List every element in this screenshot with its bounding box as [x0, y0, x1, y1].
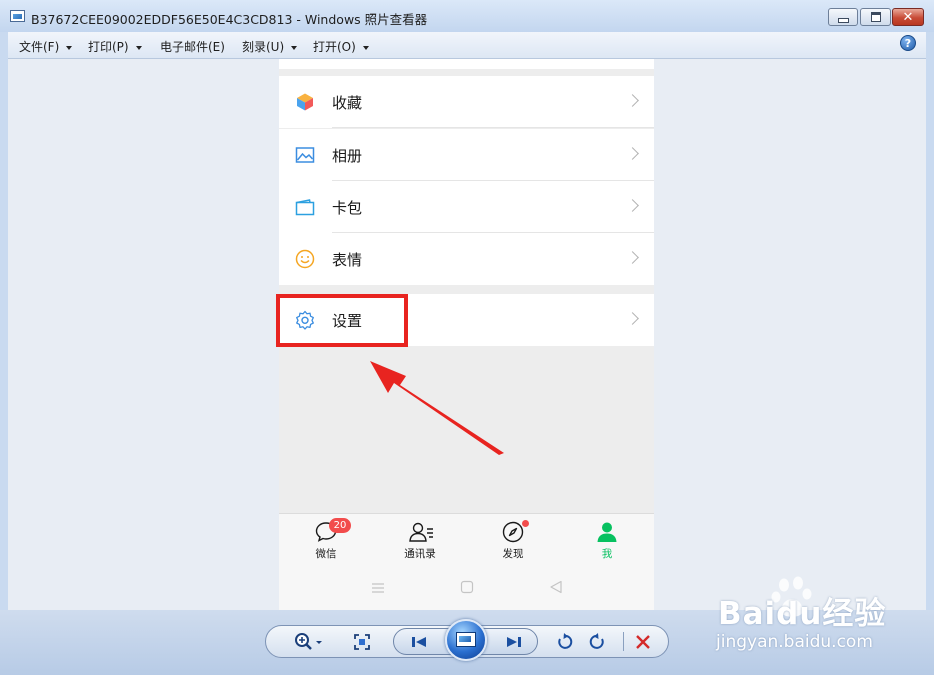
separator: [623, 632, 624, 651]
tab-discover[interactable]: 发现: [473, 514, 553, 567]
menu-print-label: 打印(P): [88, 40, 129, 54]
menu-file[interactable]: 文件(F): [19, 38, 73, 55]
home-square-icon[interactable]: [460, 580, 474, 594]
dropdown-caret-icon: [291, 45, 298, 50]
menu-burn-label: 刻录(U): [242, 40, 285, 54]
previous-button[interactable]: [405, 630, 433, 654]
chevron-right-icon: [626, 199, 639, 212]
tab-label: 微信: [315, 548, 337, 560]
tab-label: 通讯录: [404, 548, 436, 560]
divider: [332, 127, 654, 128]
next-icon: [507, 637, 521, 647]
tab-chats[interactable]: 20 微信: [286, 514, 366, 567]
list-item-favorites[interactable]: 收藏: [279, 76, 654, 128]
me-person-icon: [597, 522, 617, 542]
new-content-dot: [522, 520, 529, 527]
slideshow-icon: [456, 632, 476, 647]
help-icon[interactable]: ?: [900, 35, 916, 51]
menu-burn[interactable]: 刻录(U): [242, 38, 298, 55]
contacts-icon: [409, 522, 433, 542]
tab-label: 发现: [502, 548, 524, 560]
red-arrow-annotation: [370, 361, 504, 455]
back-triangle-icon[interactable]: [549, 580, 563, 594]
list-item-label: 表情: [332, 251, 363, 269]
previous-icon: [412, 637, 426, 647]
list-item-card-wallet[interactable]: 卡包: [279, 181, 654, 233]
title-bar: B37672CEE09002EDDF56E50E4C3CD813 - Windo…: [0, 0, 934, 32]
minimize-icon: [837, 17, 849, 23]
chevron-right-icon: [626, 312, 639, 325]
unread-badge: 20: [329, 518, 351, 533]
menu-file-label: 文件(F): [19, 40, 60, 54]
list-item-stickers[interactable]: 表情: [279, 233, 654, 285]
card-wallet-icon: [295, 199, 315, 216]
menu-email[interactable]: 电子邮件(E): [160, 38, 225, 55]
tab-label: 我: [601, 548, 613, 560]
close-icon: ✕: [902, 9, 914, 25]
chevron-right-icon: [626, 251, 639, 264]
delete-button[interactable]: [631, 630, 655, 654]
menu-open-label: 打开(O): [313, 40, 356, 54]
fit-window-icon: [354, 634, 370, 650]
next-button[interactable]: [500, 630, 528, 654]
zoom-magnifier-icon: [295, 632, 322, 650]
sticker-smile-icon: [295, 249, 315, 269]
slideshow-button[interactable]: [445, 619, 487, 661]
delete-x-icon: [636, 635, 650, 649]
bottom-tab-bar: 20 微信 通讯录 发现 我: [279, 513, 654, 567]
minimize-button[interactable]: [828, 8, 858, 26]
chevron-right-icon: [626, 147, 639, 160]
chevron-right-icon: [626, 94, 639, 107]
list-item-label: 相册: [332, 147, 363, 165]
dropdown-caret-icon: [66, 45, 73, 50]
menu-email-label: 电子邮件(E): [160, 40, 225, 54]
maximize-button[interactable]: [860, 8, 891, 26]
tab-me[interactable]: 我: [567, 514, 647, 567]
dropdown-caret-icon: [362, 45, 369, 50]
watermark-logo: Baidu经验: [718, 596, 887, 632]
menu-bar: 文件(F) 打印(P) 电子邮件(E) 刻录(U) 打开(O): [8, 32, 926, 59]
list-item-label: 卡包: [332, 199, 363, 217]
zoom-button[interactable]: [289, 629, 329, 654]
list-item-album[interactable]: 相册: [279, 129, 654, 181]
album-picture-icon: [295, 147, 315, 163]
close-button[interactable]: ✕: [892, 8, 924, 26]
dropdown-caret-icon: [135, 45, 142, 50]
menu-lines-icon[interactable]: [371, 581, 385, 595]
actual-size-button[interactable]: [350, 630, 374, 654]
watermark-url: jingyan.baidu.com: [716, 632, 873, 652]
highlight-box: [276, 294, 408, 347]
previous-row-edge: [279, 59, 654, 69]
menu-open[interactable]: 打开(O): [313, 38, 369, 55]
list-item-label: 收藏: [332, 94, 363, 112]
tab-contacts[interactable]: 通讯录: [380, 514, 460, 567]
rotate-ccw-icon: [558, 633, 573, 649]
rotate-right-button[interactable]: [586, 630, 610, 654]
menu-print[interactable]: 打印(P): [88, 38, 142, 55]
photo-viewer-app-icon: [10, 10, 25, 22]
rotate-cw-icon: [589, 633, 604, 649]
rotate-left-button[interactable]: [552, 630, 576, 654]
android-nav-bar: [279, 566, 654, 610]
maximize-icon: [870, 12, 881, 22]
window-title: B37672CEE09002EDDF56E50E4C3CD813 - Windo…: [31, 12, 428, 27]
favorites-cube-icon: [297, 93, 313, 111]
